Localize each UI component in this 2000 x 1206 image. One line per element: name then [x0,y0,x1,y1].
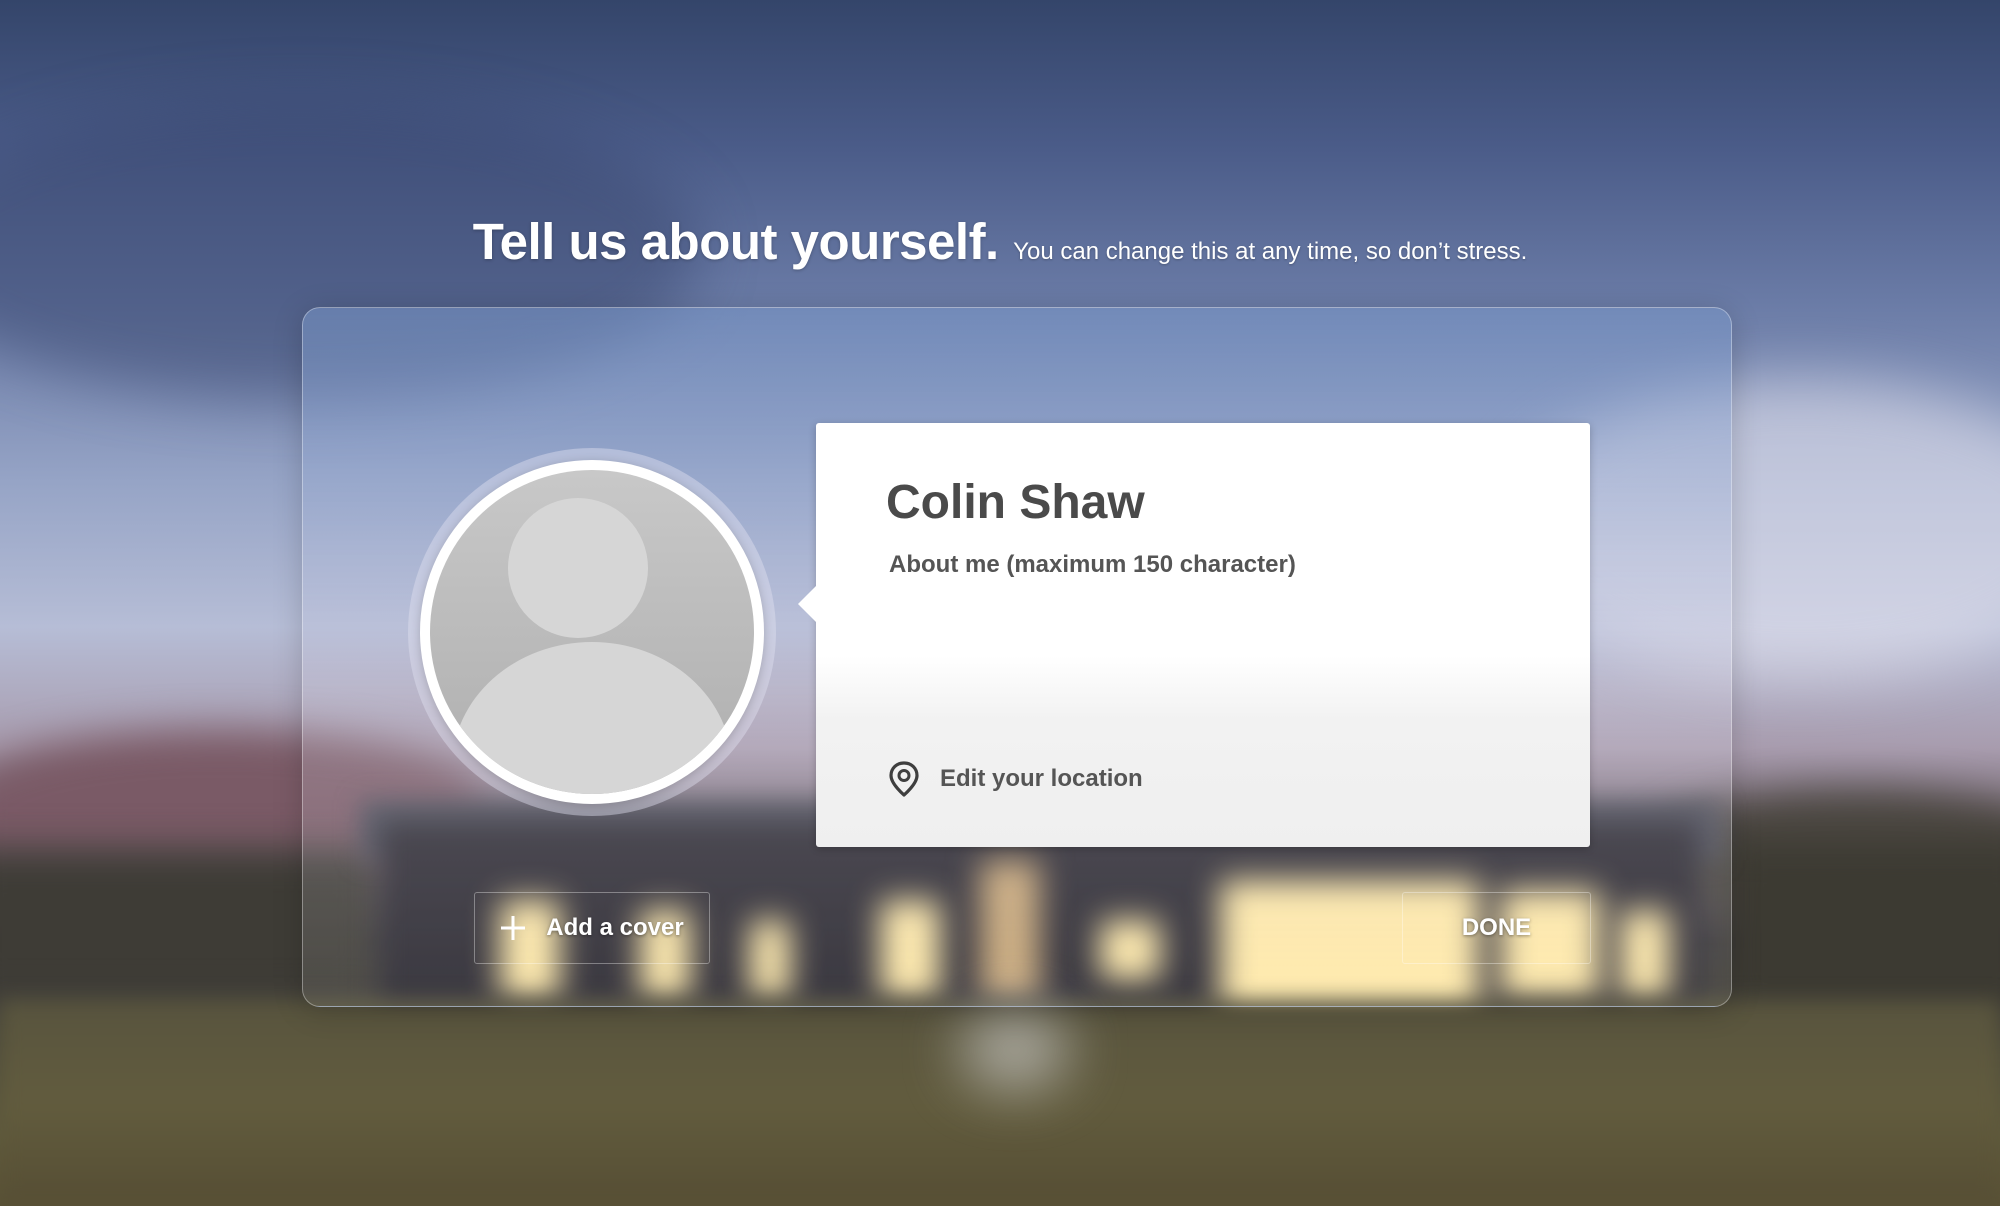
map-pin-icon [889,761,919,797]
page-heading: Tell us about yourself. You can change t… [0,212,2000,271]
avatar[interactable] [420,460,764,804]
card-pointer [798,586,816,622]
plus-icon [501,916,526,940]
edit-location-label: Edit your location [940,765,1143,792]
profile-card: Colin Shaw About me (maximum 150 charact… [798,423,1590,847]
done-label: DONE [1461,914,1532,941]
edit-location-link[interactable]: Edit your location [888,761,1143,797]
done-button[interactable]: DONE [1402,892,1591,964]
user-silhouette-icon [430,470,754,794]
about-me-field[interactable]: About me (maximum 150 character) [889,551,1296,579]
page-title: Tell us about yourself. [472,213,999,270]
add-cover-button[interactable]: Add a cover [474,892,710,964]
add-cover-label: Add a cover [546,914,684,941]
profile-name[interactable]: Colin Shaw [886,475,1145,530]
page-subtitle: You can change this at any time, so don’… [1013,238,1528,265]
